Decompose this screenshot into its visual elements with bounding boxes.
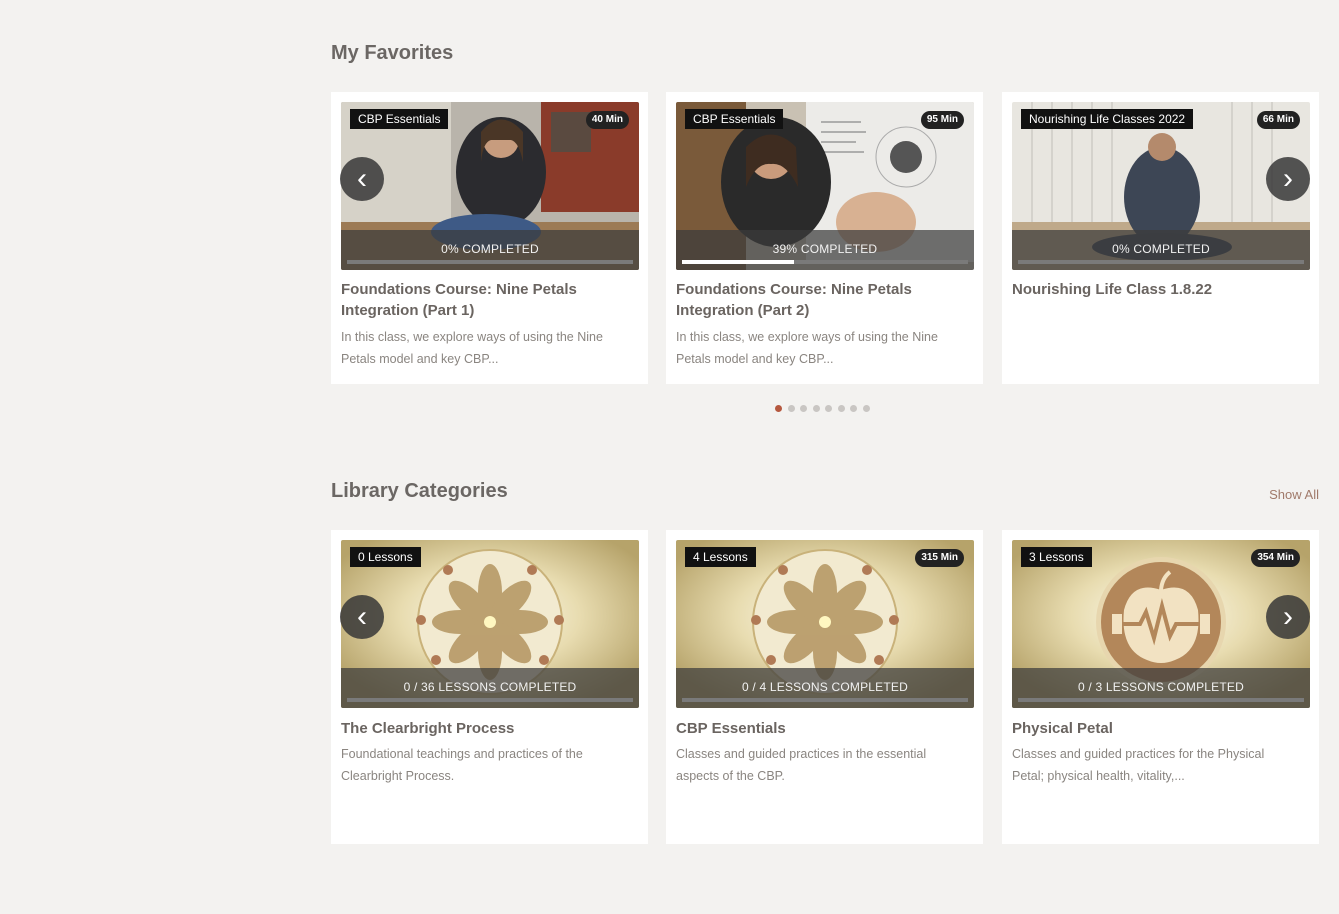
library-prev-arrow-icon[interactable]: ‹ (340, 595, 384, 639)
lessons-completed-label: 0 / 3 LESSONS COMPLETED (1078, 680, 1244, 694)
pagination-dot[interactable] (862, 405, 870, 412)
progress-label: 39% COMPLETED (772, 242, 878, 256)
lessons-completed-label: 0 / 36 LESSONS COMPLETED (403, 680, 577, 694)
lesson-count-tag: 4 Lessons (685, 547, 756, 567)
favorites-next-arrow-icon[interactable]: › (1266, 157, 1310, 201)
category-tag: CBP Essentials (350, 109, 449, 129)
category-thumbnail[interactable]: 0 Lessons 0 / 36 LESSONS COMPLETED (341, 540, 639, 708)
category-tag: Nourishing Life Classes 2022 (1021, 109, 1194, 129)
progress-bar (347, 698, 633, 702)
favorite-card[interactable]: Nourishing Life Classes 2022 66 Min 0% C… (1002, 92, 1319, 384)
category-tag: CBP Essentials (685, 109, 784, 129)
duration-badge: 40 Min (585, 111, 629, 129)
pagination-dot[interactable] (775, 405, 782, 412)
progress-bar (1018, 698, 1304, 702)
video-thumbnail[interactable]: CBP Essentials 40 Min 0% COMPLETED (341, 102, 639, 270)
category-card[interactable]: 3 Lessons 354 Min 0 / 3 LESSONS COMPLETE… (1002, 530, 1319, 844)
card-description: Classes and guided practices for the Phy… (1012, 747, 1265, 783)
progress-bar (682, 698, 968, 702)
card-title[interactable]: Foundations Course: Nine Petals Integrat… (676, 279, 966, 321)
card-title[interactable]: Nourishing Life Class 1.8.22 (1012, 279, 1302, 300)
favorites-prev-arrow-icon[interactable]: ‹ (340, 157, 384, 201)
card-title[interactable]: Physical Petal (1012, 718, 1302, 739)
favorites-heading: My Favorites (331, 42, 454, 64)
category-thumbnail[interactable]: 3 Lessons 354 Min 0 / 3 LESSONS COMPLETE… (1012, 540, 1310, 708)
category-thumbnail[interactable]: 4 Lessons 315 Min 0 / 4 LESSONS COMPLETE… (676, 540, 974, 708)
favorite-card[interactable]: CBP Essentials 40 Min 0% COMPLETED Found… (331, 92, 648, 384)
progress-label: 0% COMPLETED (441, 242, 539, 256)
pagination-dot[interactable] (800, 405, 807, 412)
progress-fill (682, 260, 794, 264)
duration-badge: 354 Min (1251, 549, 1300, 567)
duration-badge: 66 Min (1256, 111, 1300, 129)
library-next-arrow-icon[interactable]: › (1266, 595, 1310, 639)
progress-bar (347, 260, 633, 264)
pagination-dot[interactable] (825, 405, 832, 412)
card-description: Classes and guided practices in the esse… (676, 747, 927, 783)
progress-bar (1018, 260, 1304, 264)
pagination-dot[interactable] (837, 405, 845, 412)
duration-badge: 95 Min (920, 111, 964, 129)
card-title[interactable]: CBP Essentials (676, 718, 966, 739)
pagination-dot[interactable] (850, 405, 857, 412)
library-heading: Library Categories (331, 480, 508, 502)
card-description: In this class, we explore ways of using … (341, 330, 603, 366)
card-description: Foundational teachings and practices of … (341, 747, 583, 783)
category-card[interactable]: 0 Lessons 0 / 36 LESSONS COMPLETED The C… (331, 530, 648, 844)
carousel-pagination (775, 405, 870, 412)
favorite-card[interactable]: CBP Essentials 95 Min 39% COMPLETED Foun… (666, 92, 983, 384)
progress-label: 0% COMPLETED (1112, 242, 1210, 256)
show-all-link[interactable]: Show All (1269, 487, 1319, 502)
pagination-dot[interactable] (812, 405, 820, 412)
lessons-completed-label: 0 / 4 LESSONS COMPLETED (742, 680, 908, 694)
video-thumbnail[interactable]: CBP Essentials 95 Min 39% COMPLETED (676, 102, 974, 270)
progress-bar (682, 260, 968, 264)
card-title[interactable]: Foundations Course: Nine Petals Integrat… (341, 279, 631, 321)
pagination-dot[interactable] (787, 405, 795, 412)
card-description: In this class, we explore ways of using … (676, 330, 938, 366)
duration-badge: 315 Min (915, 549, 964, 567)
card-title[interactable]: The Clearbright Process (341, 718, 631, 739)
lesson-count-tag: 0 Lessons (350, 547, 421, 567)
video-thumbnail[interactable]: Nourishing Life Classes 2022 66 Min 0% C… (1012, 102, 1310, 270)
lesson-count-tag: 3 Lessons (1021, 547, 1092, 567)
category-card[interactable]: 4 Lessons 315 Min 0 / 4 LESSONS COMPLETE… (666, 530, 983, 844)
